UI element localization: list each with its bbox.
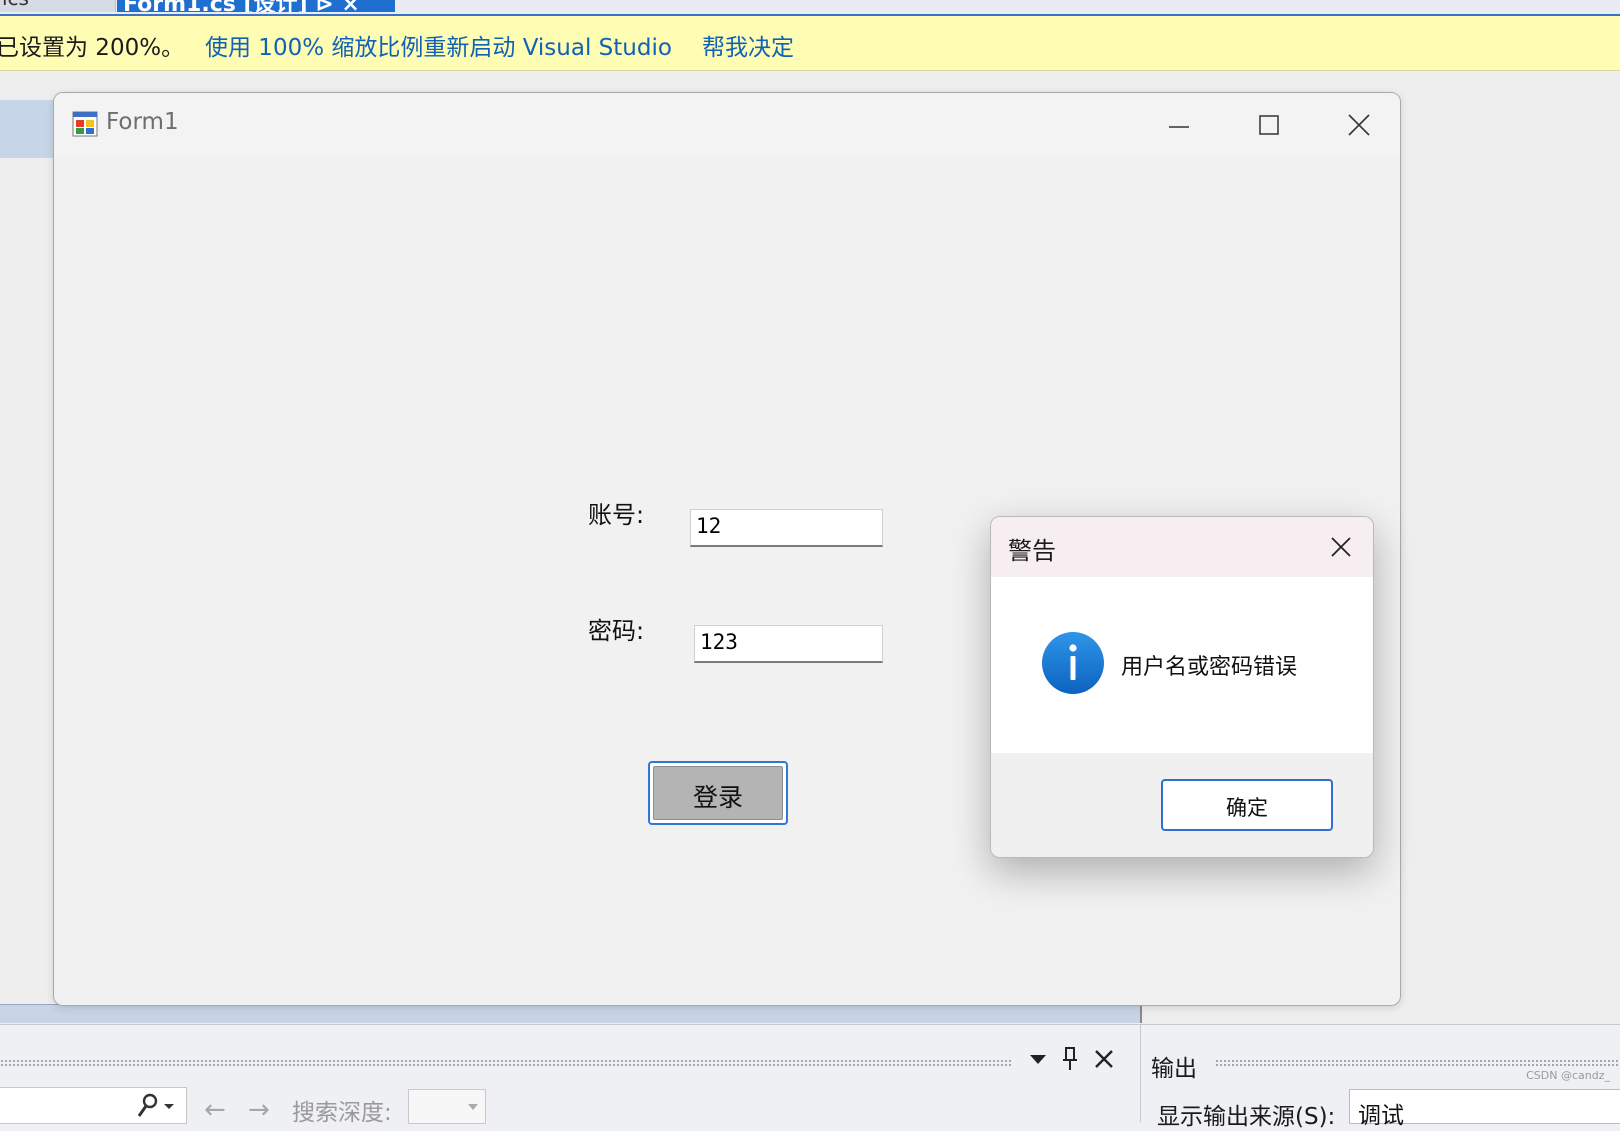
dpi-info-bar: 已设置为 200%。 使用 100% 缩放比例重新启动 Visual Studi… bbox=[0, 16, 1620, 71]
panel-grip[interactable] bbox=[0, 1059, 1012, 1067]
account-input[interactable]: 12 bbox=[690, 509, 883, 547]
dialog-message: 用户名或密码错误 bbox=[1121, 655, 1298, 680]
pin-icon bbox=[1063, 1047, 1077, 1070]
designer-horizontal-scrollbar[interactable] bbox=[0, 1004, 1142, 1023]
help-me-decide-link[interactable]: 帮我决定 bbox=[702, 28, 794, 62]
document-tab-strip: ics Form1.cs [设计] ⊳ × bbox=[0, 0, 1620, 16]
dialog-title: 警告 bbox=[1008, 537, 1056, 565]
close-icon bbox=[1095, 1050, 1113, 1068]
form1-title: Form1 bbox=[106, 109, 179, 135]
output-source-select[interactable]: 调试 bbox=[1349, 1089, 1620, 1129]
watermark: CSDN @candz_ bbox=[1526, 1069, 1610, 1082]
search-depth-label: 搜索深度: bbox=[292, 1100, 392, 1126]
panel-close-button[interactable] bbox=[1090, 1045, 1118, 1073]
close-button[interactable] bbox=[1329, 101, 1389, 147]
document-tab-inactive[interactable]: ics bbox=[0, 0, 116, 12]
output-source-value: 调试 bbox=[1358, 1103, 1404, 1129]
document-tab-inactive-label: ics bbox=[2, 0, 29, 10]
maximize-icon bbox=[1259, 115, 1279, 135]
password-label: 密码: bbox=[588, 617, 645, 645]
ok-button-label: 确定 bbox=[1226, 796, 1268, 820]
close-icon bbox=[1348, 114, 1370, 136]
info-bar-message: 已设置为 200%。 bbox=[0, 35, 185, 61]
pin-button[interactable] bbox=[1056, 1045, 1084, 1073]
form1-title-bar[interactable]: Form1 bbox=[54, 93, 1400, 155]
login-button-label: 登录 bbox=[692, 783, 743, 812]
left-tool-panel: ← → 搜索深度: bbox=[0, 1025, 1140, 1126]
document-tab-form1-design[interactable]: Form1.cs [设计] ⊳ × bbox=[117, 0, 395, 12]
info-icon bbox=[1042, 632, 1104, 694]
search-icon bbox=[137, 1093, 174, 1117]
login-button[interactable]: 登录 bbox=[648, 761, 788, 825]
output-panel-title: 输出 bbox=[1151, 1056, 1197, 1082]
dialog-title-bar[interactable]: 警告 bbox=[991, 517, 1373, 577]
chevron-down-icon bbox=[468, 1104, 478, 1110]
document-tab-active-label: Form1.cs [设计] ⊳ × bbox=[123, 0, 360, 12]
close-icon bbox=[1331, 537, 1351, 557]
panel-options-button[interactable] bbox=[1024, 1045, 1052, 1073]
triangle-down-icon bbox=[1030, 1055, 1046, 1064]
minimize-button[interactable] bbox=[1149, 101, 1209, 147]
restart-100-percent-link[interactable]: 使用 100% 缩放比例重新启动 Visual Studio bbox=[205, 28, 672, 62]
warning-dialog: 警告 用户名或密码错误 确定 bbox=[990, 516, 1374, 858]
password-input[interactable]: 123 bbox=[694, 625, 883, 663]
bottom-tool-panels: ← → 搜索深度: 输出 显示输出来源(S): 调试 CSDN @candz_ bbox=[0, 1024, 1620, 1130]
ok-button[interactable]: 确定 bbox=[1161, 779, 1333, 831]
dialog-footer: 确定 bbox=[991, 753, 1373, 857]
dialog-close-button[interactable] bbox=[1319, 525, 1363, 569]
form-app-icon bbox=[72, 111, 98, 137]
account-label: 账号: bbox=[588, 501, 645, 529]
toolbox-strip bbox=[0, 100, 54, 158]
search-input[interactable] bbox=[0, 1087, 187, 1124]
output-source-label: 显示输出来源(S): bbox=[1157, 1104, 1336, 1130]
dialog-body: 用户名或密码错误 bbox=[991, 577, 1373, 753]
maximize-button[interactable] bbox=[1239, 101, 1299, 147]
search-depth-select[interactable] bbox=[408, 1089, 486, 1124]
minimize-icon bbox=[1169, 126, 1189, 128]
panel-grip[interactable] bbox=[1215, 1059, 1620, 1067]
